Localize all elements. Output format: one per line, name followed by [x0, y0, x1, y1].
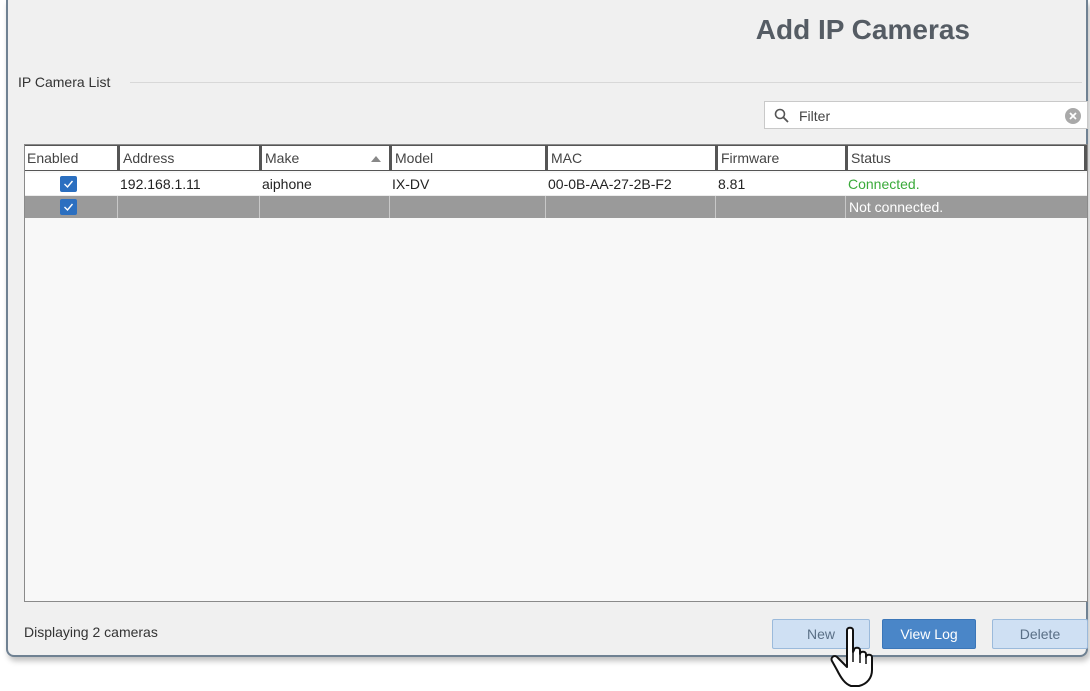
- enabled-checkbox[interactable]: [60, 199, 77, 215]
- enabled-cell: [25, 173, 117, 195]
- hand-pointer-icon: [830, 626, 873, 687]
- column-header-model[interactable]: Model: [389, 145, 545, 171]
- column-header-make-label: Make: [265, 150, 300, 166]
- search-icon: [774, 108, 789, 123]
- group-divider: [130, 82, 1082, 83]
- column-header-status[interactable]: Status: [845, 145, 1087, 171]
- page-title: Add IP Cameras: [755, 14, 970, 45]
- filter-box: [764, 101, 1088, 129]
- sort-ascending-icon: [371, 156, 381, 162]
- column-header-make[interactable]: Make: [259, 145, 389, 171]
- delete-button[interactable]: Delete: [992, 619, 1088, 649]
- group-label: IP Camera List: [18, 74, 111, 90]
- camera-count-text: Displaying 2 cameras: [24, 624, 158, 640]
- column-header-mac[interactable]: MAC: [545, 145, 715, 171]
- clear-icon[interactable]: [1065, 108, 1081, 124]
- make-cell: aiphone: [262, 176, 312, 192]
- column-header-address[interactable]: Address: [117, 145, 259, 171]
- status-cell: Connected.: [848, 176, 920, 192]
- status-cell: Not connected.: [845, 196, 1087, 218]
- camera-table: Enabled Address Make Model MAC Firmware …: [24, 144, 1088, 602]
- table-row-selected[interactable]: Not connected.: [25, 196, 1087, 218]
- column-header-firmware[interactable]: Firmware: [715, 145, 845, 171]
- column-header-enabled[interactable]: Enabled: [25, 145, 117, 171]
- filter-input[interactable]: [797, 105, 1041, 127]
- model-cell: IX-DV: [392, 176, 430, 192]
- checkmark-icon: [64, 180, 74, 189]
- firmware-cell: [715, 196, 845, 218]
- enabled-cell: [25, 196, 117, 218]
- firmware-cell: 8.81: [718, 176, 746, 192]
- view-log-button[interactable]: View Log: [882, 619, 976, 649]
- address-cell: 192.168.1.11: [120, 176, 201, 192]
- add-ip-cameras-window: Add IP Cameras IP Camera List Enabled Ad…: [6, 0, 1088, 657]
- mac-cell: 00-0B-AA-27-2B-F2: [548, 176, 672, 192]
- mac-cell: [545, 196, 715, 218]
- address-cell: [117, 196, 259, 218]
- checkmark-icon: [64, 203, 74, 212]
- make-cell: [259, 196, 389, 218]
- enabled-checkbox[interactable]: [60, 176, 77, 192]
- table-row[interactable]: 192.168.1.11 aiphone IX-DV 00-0B-AA-27-2…: [25, 173, 1087, 196]
- table-header: Enabled Address Make Model MAC Firmware …: [25, 145, 1087, 171]
- model-cell: [389, 196, 545, 218]
